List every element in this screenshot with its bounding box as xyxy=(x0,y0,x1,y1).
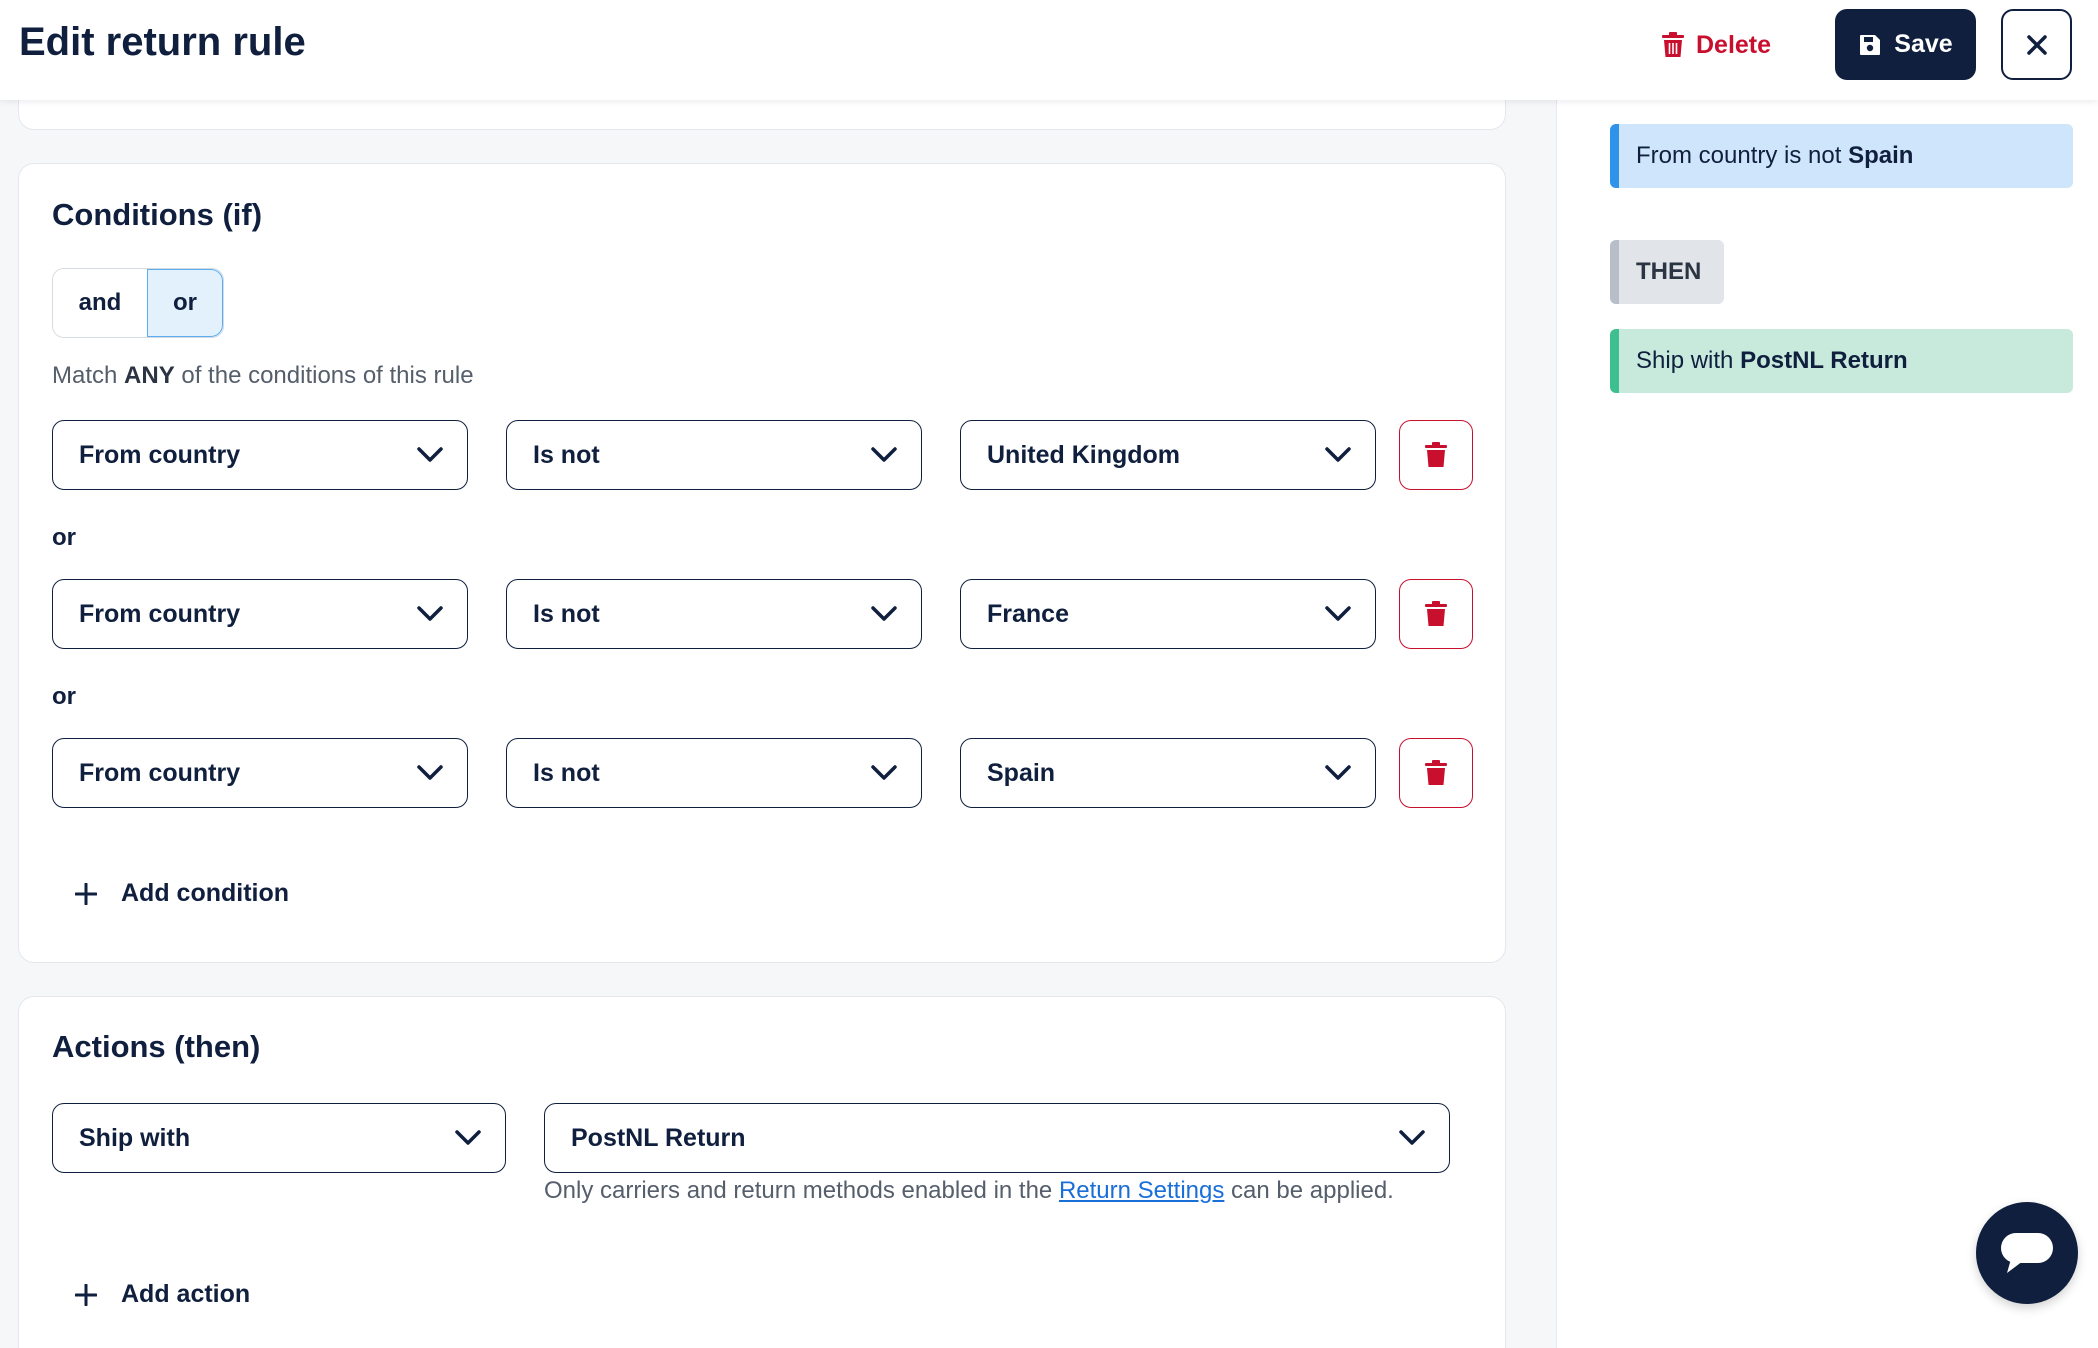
logic-and-button[interactable]: and xyxy=(53,269,147,337)
chat-icon xyxy=(2001,1233,2053,1273)
delete-button[interactable]: Delete xyxy=(1662,20,1771,70)
page-header: Edit return rule Delete Save xyxy=(0,0,2098,100)
plus-icon xyxy=(75,1283,97,1306)
summary-condition: From country is not Spain xyxy=(1610,124,2073,188)
chevron-down-icon xyxy=(417,606,443,621)
plus-icon xyxy=(75,882,97,905)
trash-icon xyxy=(1425,601,1447,626)
chevron-down-icon xyxy=(1325,765,1351,780)
return-method-select[interactable]: PostNL Return xyxy=(544,1103,1450,1173)
condition-operator-select[interactable]: Is not xyxy=(506,579,922,649)
condition-operator-select[interactable]: Is not xyxy=(506,420,922,490)
condition-value-select[interactable]: France xyxy=(960,579,1376,649)
add-action-button[interactable]: Add action xyxy=(75,1280,250,1309)
condition-value-select[interactable]: Spain xyxy=(960,738,1376,808)
trash-icon xyxy=(1425,442,1447,467)
chevron-down-icon xyxy=(455,1130,481,1145)
chevron-down-icon xyxy=(871,765,897,780)
chat-button[interactable] xyxy=(1976,1202,2078,1304)
logic-toggle: and or xyxy=(52,268,224,338)
delete-condition-button[interactable] xyxy=(1399,579,1473,649)
condition-field-select[interactable]: From country xyxy=(52,579,468,649)
chevron-down-icon xyxy=(417,765,443,780)
action-type-select[interactable]: Ship with xyxy=(52,1103,506,1173)
return-settings-link[interactable]: Return Settings xyxy=(1059,1177,1224,1204)
actions-title: Actions (then) xyxy=(52,1029,261,1064)
rule-summary-panel: From country is not Spain THEN Ship with… xyxy=(1556,0,2098,1348)
close-icon xyxy=(2026,34,2047,55)
conditions-title: Conditions (if) xyxy=(52,197,263,232)
close-button[interactable] xyxy=(2001,9,2072,80)
summary-action: Ship with PostNL Return xyxy=(1610,329,2073,393)
conditions-card: Conditions (if) and or Match ANY of the … xyxy=(18,163,1506,963)
condition-field-select[interactable]: From country xyxy=(52,738,468,808)
then-badge: THEN xyxy=(1610,240,1724,304)
chevron-down-icon xyxy=(1325,447,1351,462)
actions-card: Actions (then) Ship with PostNL Return O… xyxy=(18,996,1506,1348)
or-connector: or xyxy=(52,524,76,551)
chevron-down-icon xyxy=(1399,1130,1425,1145)
chevron-down-icon xyxy=(871,606,897,621)
rule-editor: Conditions (if) and or Match ANY of the … xyxy=(0,0,1556,1348)
save-button[interactable]: Save xyxy=(1835,9,1976,80)
page-title: Edit return rule xyxy=(19,20,306,64)
carrier-hint: Only carriers and return methods enabled… xyxy=(544,1177,1394,1204)
match-description: Match ANY of the conditions of this rule xyxy=(52,362,474,389)
trash-icon xyxy=(1662,32,1684,57)
save-icon xyxy=(1860,34,1881,55)
delete-condition-button[interactable] xyxy=(1399,738,1473,808)
delete-condition-button[interactable] xyxy=(1399,420,1473,490)
chevron-down-icon xyxy=(871,447,897,462)
condition-value-select[interactable]: United Kingdom xyxy=(960,420,1376,490)
trash-icon xyxy=(1425,760,1447,785)
chevron-down-icon xyxy=(1325,606,1351,621)
chevron-down-icon xyxy=(417,447,443,462)
condition-field-select[interactable]: From country xyxy=(52,420,468,490)
condition-operator-select[interactable]: Is not xyxy=(506,738,922,808)
or-connector: or xyxy=(52,683,76,710)
add-condition-button[interactable]: Add condition xyxy=(75,879,289,908)
logic-or-button[interactable]: or xyxy=(147,269,223,337)
